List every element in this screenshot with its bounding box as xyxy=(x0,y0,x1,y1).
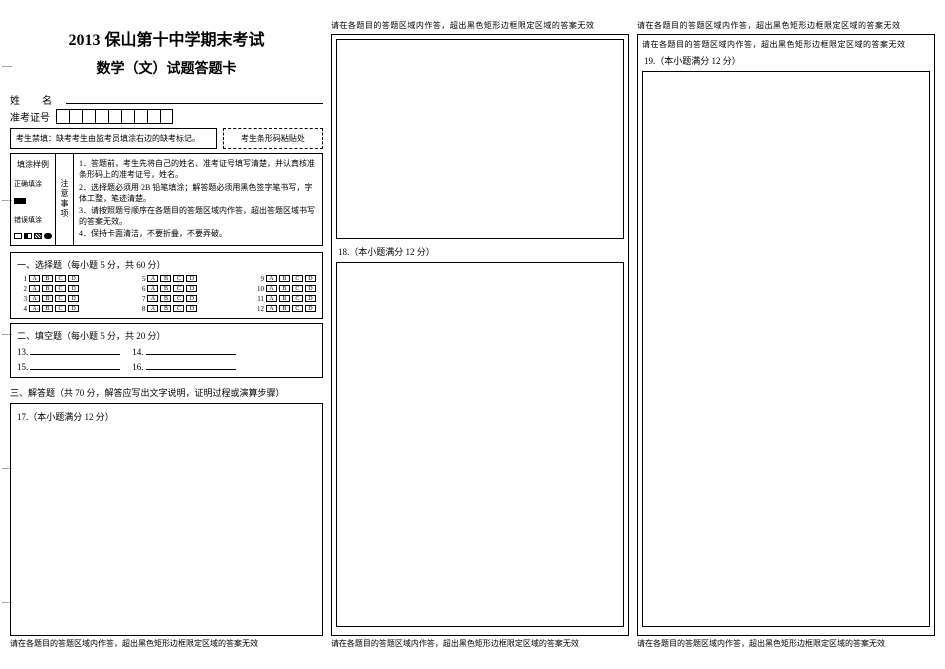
sample-title: 填涂样例 xyxy=(14,159,52,170)
mc-row[interactable]: 5ABCD xyxy=(135,275,197,283)
col2-frame: 18.（本小题满分 12 分） xyxy=(331,34,629,636)
answer-sheet-page: 2013 保山第十中学期末考试 数学（文）试题答题卡 姓 名 准考证号 考生禁填… xyxy=(0,0,945,669)
notice-item: 3．请按照题号顺序在各题目的答题区域内作答，超出答题区域书写的答案无效。 xyxy=(79,205,317,227)
mc-row[interactable]: 9ABCD xyxy=(254,275,316,283)
bubble-empty-icon xyxy=(14,233,22,239)
warning-strip: 请在各题目的答题区域内作答，超出黑色矩形边框限定区域的答案无效 xyxy=(331,638,629,649)
caution-barcode-row: 考生禁填：缺考考生由监考员填涂右边的缺考标记。 考生条形码粘贴处 xyxy=(10,128,323,149)
exam-title-line2: 数学（文）试题答题卡 xyxy=(10,58,323,78)
notice-item: 4．保持卡面清洁，不要折叠，不要弄破。 xyxy=(79,228,317,239)
notice-item: 1．答题前，考生先将自己的姓名、准考证号填写清楚，并认真核准条形码上的准考证号，… xyxy=(79,158,317,180)
name-label: 姓 名 xyxy=(10,92,58,107)
mc-row[interactable]: 10ABCD xyxy=(254,285,316,293)
name-row: 姓 名 xyxy=(10,92,323,107)
mc-section: 一、选择题（每小题 5 分，共 60 分） 1ABCD 2ABCD 3ABCD … xyxy=(10,252,323,319)
fill-item[interactable]: 13. xyxy=(17,346,120,357)
q18-label: 18.（本小题满分 12 分） xyxy=(338,245,622,258)
ticket-number-boxes[interactable] xyxy=(56,109,173,124)
notice-items: 1．答题前，考生先将自己的姓名、准考证号填写清楚，并认真核准条形码上的准考证号，… xyxy=(74,154,322,244)
caution-box: 考生禁填：缺考考生由监考员填涂右边的缺考标记。 xyxy=(10,128,217,149)
fill-item[interactable]: 16. xyxy=(132,361,235,372)
q19-area[interactable] xyxy=(642,71,930,627)
q18-area[interactable] xyxy=(336,262,624,627)
fill-item[interactable]: 14. xyxy=(132,346,235,357)
notice-vertical-label: 注意事项 xyxy=(56,154,74,244)
exam-title-line1: 2013 保山第十中学期末考试 xyxy=(10,26,323,50)
q17-label: 17.（本小题满分 12 分） xyxy=(17,410,316,423)
warning-strip: 请在各题目的答题区域内作答，超出黑色矩形边框限定区域的答案无效 xyxy=(10,638,323,649)
name-field[interactable] xyxy=(66,94,323,104)
wrong-sample: 错误填涂 xyxy=(14,215,52,225)
mc-row[interactable]: 8ABCD xyxy=(135,305,197,313)
ticket-label: 准考证号 xyxy=(10,109,50,124)
warning-strip: 请在各题目的答题区域内作答，超出黑色矩形边框限定区域的答案无效 xyxy=(331,20,629,31)
fill-section: 二、填空题（每小题 5 分，共 20 分） 13. 14. 15. 16. xyxy=(10,323,323,378)
fill-item[interactable]: 15. xyxy=(17,361,120,372)
warning-strip: 请在各题目的答题区域内作答，超出黑色矩形边框限定区域的答案无效 xyxy=(637,20,935,31)
column-middle: 请在各题目的答题区域内作答，超出黑色矩形边框限定区域的答案无效 18.（本小题满… xyxy=(331,20,629,649)
notice-item: 2．选择题必须用 2B 铅笔填涂；解答题必须用黑色签字笔书写，字体工整，笔迹清楚… xyxy=(79,182,317,204)
bubble-round-icon xyxy=(44,233,52,239)
essay-header: 三、解答题（共 70 分，解答应写出文字说明，证明过程或演算步骤） xyxy=(10,386,323,399)
ticket-row: 准考证号 xyxy=(10,109,323,124)
mc-row[interactable]: 11ABCD xyxy=(254,295,316,303)
q17-area[interactable]: 17.（本小题满分 12 分） xyxy=(10,403,323,637)
fill-sample-column: 填涂样例 正确填涂 错误填涂 xyxy=(11,154,56,244)
bubble-half-icon xyxy=(24,233,32,239)
mc-row[interactable]: 6ABCD xyxy=(135,285,197,293)
mc-row[interactable]: 4ABCD xyxy=(17,305,79,313)
mc-row[interactable]: 7ABCD xyxy=(135,295,197,303)
mc-header: 一、选择题（每小题 5 分，共 60 分） xyxy=(17,258,316,271)
fill-sample-notice-box: 填涂样例 正确填涂 错误填涂 注意事项 1．答题前，考生先将自己的姓名、准考证号… xyxy=(10,153,323,245)
warning-strip-inner: 请在各题目的答题区域内作答，超出黑色矩形边框限定区域的答案无效 xyxy=(642,39,930,50)
mc-row[interactable]: 3ABCD xyxy=(17,295,79,303)
warning-strip: 请在各题目的答题区域内作答，超出黑色矩形边框限定区域的答案无效 xyxy=(637,638,935,649)
column-right: 请在各题目的答题区域内作答，超出黑色矩形边框限定区域的答案无效 请在各题目的答题… xyxy=(637,20,935,649)
mc-row[interactable]: 2ABCD xyxy=(17,285,79,293)
fill-header: 二、填空题（每小题 5 分，共 20 分） xyxy=(17,329,316,342)
column-left: 2013 保山第十中学期末考试 数学（文）试题答题卡 姓 名 准考证号 考生禁填… xyxy=(10,20,323,649)
bubble-filled-icon xyxy=(14,198,26,204)
correct-sample: 正确填涂 xyxy=(14,179,52,189)
mc-row[interactable]: 12ABCD xyxy=(254,305,316,313)
barcode-area: 考生条形码粘贴处 xyxy=(223,128,323,149)
mc-row[interactable]: 1ABCD xyxy=(17,275,79,283)
bubble-cross-icon xyxy=(34,233,42,239)
mc-grid: 1ABCD 2ABCD 3ABCD 4ABCD 5ABCD 6ABCD 7ABC… xyxy=(17,275,316,313)
q19-label: 19.（本小题满分 12 分） xyxy=(644,54,928,67)
col3-frame: 请在各题目的答题区域内作答，超出黑色矩形边框限定区域的答案无效 19.（本小题满… xyxy=(637,34,935,636)
q17-continue-area[interactable] xyxy=(336,39,624,239)
